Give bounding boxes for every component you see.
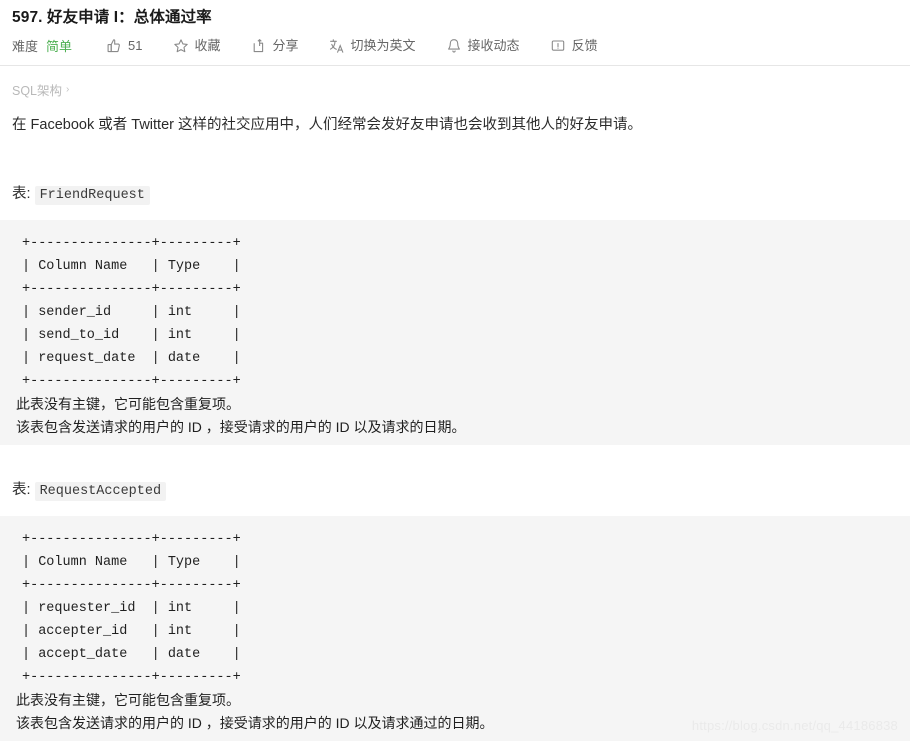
feedback-icon [550,38,566,54]
bell-icon [446,38,462,54]
like-button[interactable]: 51 [106,37,143,55]
page-title: 597. 好友申请 I：总体通过率 [12,9,212,26]
translate-button[interactable]: 切换为英文 [329,37,416,55]
thumbs-up-icon [106,38,122,54]
table-name-requestaccepted: RequestAccepted [34,482,167,501]
star-icon [173,38,189,54]
like-count: 51 [128,37,143,53]
table-caption-requestaccepted: 表: RequestAccepted [0,479,910,503]
share-label: 分享 [272,37,299,53]
share-icon [251,38,267,54]
feedback-button[interactable]: 反馈 [550,37,598,55]
table-note-primary-key: 此表没有主键，它可能包含重复项。 [16,692,240,708]
ascii-table-friendrequest: +---------------+---------+ | Column Nam… [22,236,241,389]
code-block-friendrequest: +---------------+---------+ | Column Nam… [0,220,910,445]
table-note-contents: 该表包含发送请求的用户的 ID ，接受请求的用户的 ID 以及请求的日期。 [16,419,466,435]
subscribe-label: 接收动态 [467,37,520,53]
subscribe-button[interactable]: 接收动态 [446,37,520,55]
difficulty-label: 难度 [12,39,39,54]
difficulty-value[interactable]: 简单 [46,36,72,55]
breadcrumb: SQL架构 › [0,66,910,99]
table-note-primary-key: 此表没有主键，它可能包含重复项。 [16,396,240,412]
ascii-table-requestaccepted: +---------------+---------+ | Column Nam… [22,532,241,685]
watermark: https://blog.csdn.net/qq_44186838 [691,718,898,733]
table-caption-prefix: 表: [12,482,31,498]
breadcrumb-item-sql-schema[interactable]: SQL架构 [12,80,62,99]
favorite-button[interactable]: 收藏 [173,37,221,55]
table-caption-friendrequest: 表: FriendRequest [0,183,910,207]
code-block-requestaccepted: +---------------+---------+ | Column Nam… [0,516,910,741]
article-page: 597. 好友申请 I：总体通过率 难度 简单 51 收藏 分享 切换为英文 接… [0,0,910,741]
table-name-friendrequest: FriendRequest [34,186,150,205]
favorite-label: 收藏 [194,37,221,53]
feedback-label: 反馈 [571,37,598,53]
share-button[interactable]: 分享 [251,37,299,55]
translate-label: 切换为英文 [350,37,416,53]
problem-description: 在 Facebook 或者 Twitter 这样的社交应用中，人们经常会发好友申… [12,117,642,133]
table-caption-prefix: 表: [12,186,31,202]
article-toolbar: 难度 简单 51 收藏 分享 切换为英文 接收动态 反馈 [0,30,910,65]
translate-icon [329,38,345,54]
chevron-right-icon: › [66,84,70,95]
